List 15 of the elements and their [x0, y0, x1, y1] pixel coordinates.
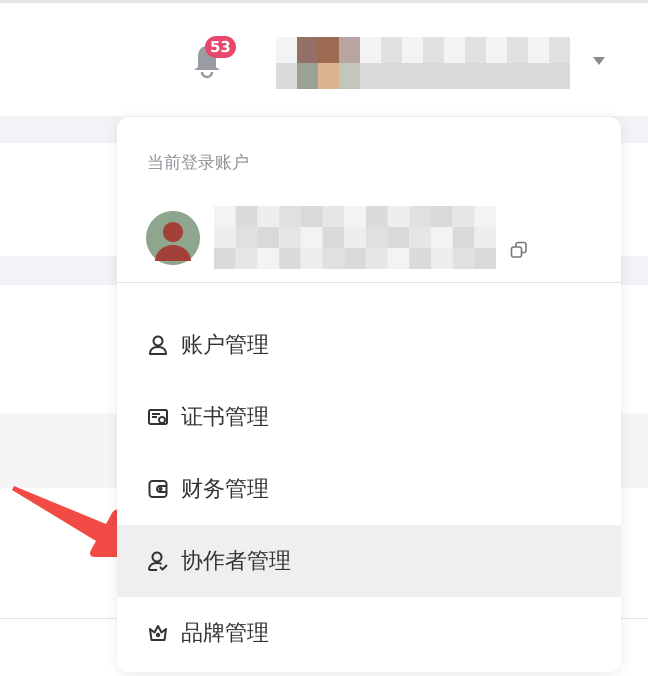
section-label: 当前登录账户 [146, 152, 250, 175]
person-icon [147, 334, 169, 356]
copy-icon[interactable] [510, 241, 528, 259]
crown-icon [147, 622, 169, 644]
wallet-icon [147, 478, 169, 500]
menu-item[interactable]: 证书管理 [117, 381, 621, 453]
menu-item[interactable]: 协作者管理 [117, 525, 621, 597]
notification-badge: 53 [205, 36, 236, 58]
caret-icon[interactable] [593, 57, 605, 65]
menu-item[interactable]: 品牌管理 [117, 597, 621, 669]
person-check-icon [147, 550, 169, 572]
avatar [146, 211, 200, 265]
menu-item[interactable]: 账户管理 [117, 309, 621, 381]
menu-item[interactable]: 财务管理 [117, 453, 621, 525]
certificate-icon [147, 406, 169, 428]
